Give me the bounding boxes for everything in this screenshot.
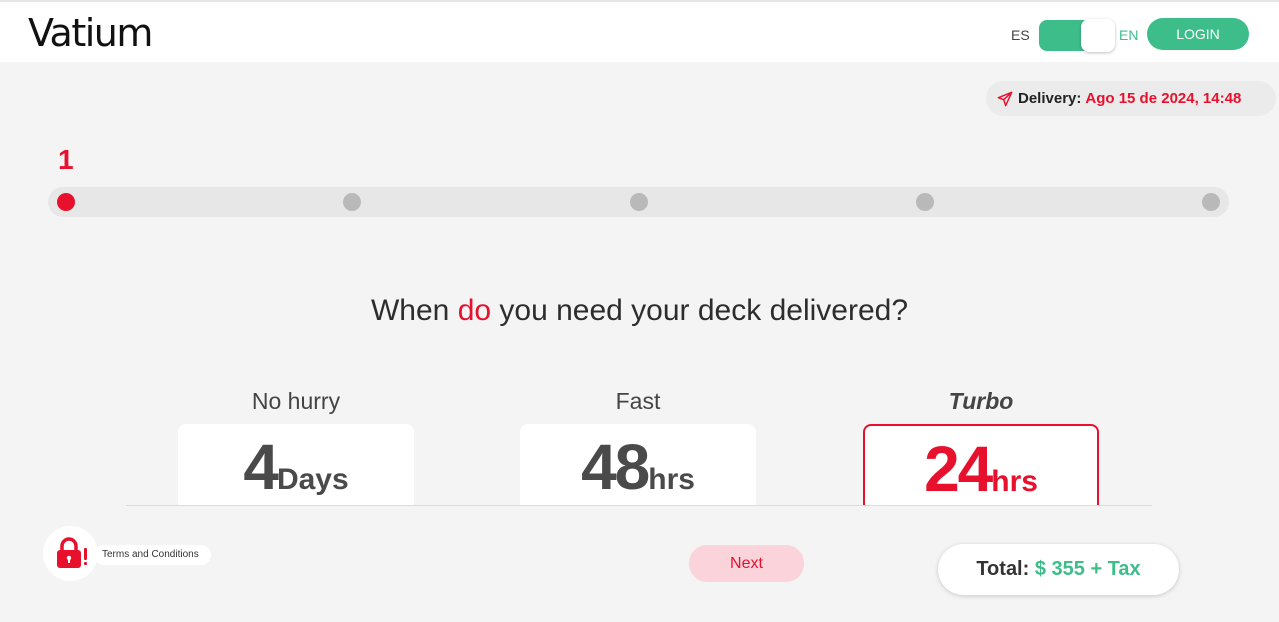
step-dot-1[interactable] [57,193,75,211]
delivery-date-pill: Delivery: Ago 15 de 2024, 14:48 [986,81,1276,116]
option-label-fast: Fast [615,388,661,414]
lock-icon [57,537,87,568]
step-question: When do you need your deck delivered? [0,294,1279,328]
option-card-fast[interactable]: 48hrs [520,424,756,506]
option-value-turbo: 24hrs [924,433,1038,505]
step-progress-track [48,187,1229,217]
language-en-label[interactable]: EN [1119,27,1138,43]
next-button[interactable]: Next [689,545,804,582]
option-unit-fast: hrs [648,463,695,496]
vatium-logo[interactable]: Vatium [28,14,153,52]
delivery-label: Delivery: [1018,90,1082,107]
language-toggle[interactable] [1039,19,1115,52]
step-dot-5[interactable] [1202,193,1220,211]
paper-plane-icon [997,91,1013,106]
option-value-no-hurry: 4Days [243,431,349,503]
content-divider [126,505,1152,506]
step-dot-4[interactable] [916,193,934,211]
current-step-number: 1 [58,144,74,175]
option-card-no-hurry[interactable]: 4Days [178,424,414,506]
option-unit-no-hurry: Days [276,463,349,496]
terms-lock-button[interactable] [43,526,98,581]
question-text-before: When [370,294,458,327]
option-label-no-hurry: No hurry [251,388,341,414]
total-value: $ 355 + Tax [1034,558,1141,580]
step-dot-3[interactable] [630,193,648,211]
option-label-turbo: Turbo [948,388,1014,414]
language-toggle-knob[interactable] [1081,19,1115,52]
option-card-turbo[interactable]: 24hrs [863,424,1099,506]
question-text-after: you need your deck delivered? [491,294,909,327]
option-unit-turbo: hrs [991,465,1038,498]
language-es-label[interactable]: ES [1011,27,1030,43]
question-text-accent: do [457,294,492,327]
login-button[interactable]: LOGIN [1147,18,1249,50]
terms-and-conditions-link[interactable]: Terms and Conditions [94,545,211,565]
delivery-date: Ago 15 de 2024, 14:48 [1085,90,1242,107]
total-price: Total: $ 355 + Tax [938,544,1179,595]
option-value-fast: 48hrs [581,431,695,503]
total-label: Total: [976,558,1030,580]
step-dot-2[interactable] [343,193,361,211]
top-bar: Vatium ES EN LOGIN [0,0,1279,62]
delivery-options: No hurry 4Days Fast 48hrs Turbo 24hrs [0,380,1279,506]
